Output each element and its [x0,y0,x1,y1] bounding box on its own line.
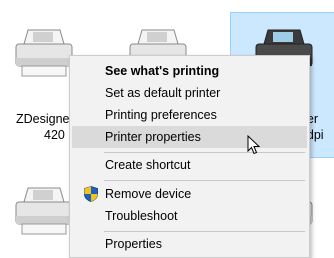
menu-separator [104,231,305,232]
menu-separator [104,180,305,181]
menu-item-label: Remove device [105,187,192,201]
uac-shield-icon [84,186,98,202]
menu-item-label: Set as default printer [105,86,221,100]
device-label-line: ZDesigne [16,112,70,126]
device-label-1: ZDesigne 420 [16,111,70,143]
menu-item-printing-preferences[interactable]: Printing preferences [72,104,307,126]
device-label-line: 420 [44,128,65,142]
menu-item-label: Properties [105,237,162,251]
menu-item-label: See what's printing [105,64,220,78]
menu-item-create-shortcut[interactable]: Create shortcut [72,154,307,176]
context-menu: See what's printing Set as default print… [69,55,310,258]
menu-item-label: Troubleshoot [105,209,178,223]
menu-item-set-default-printer[interactable]: Set as default printer [72,82,307,104]
menu-item-properties[interactable]: Properties [72,233,307,255]
menu-item-see-whats-printing[interactable]: See what's printing [72,60,307,82]
menu-item-printer-properties[interactable]: Printer properties [72,126,307,148]
menu-item-label: Printing preferences [105,108,217,122]
menu-item-label: Create shortcut [105,158,191,172]
menu-item-label: Printer properties [105,130,201,144]
menu-item-remove-device[interactable]: Remove device [72,183,307,205]
mouse-pointer-icon [247,134,261,155]
menu-item-troubleshoot[interactable]: Troubleshoot [72,205,307,227]
menu-separator [104,152,305,153]
